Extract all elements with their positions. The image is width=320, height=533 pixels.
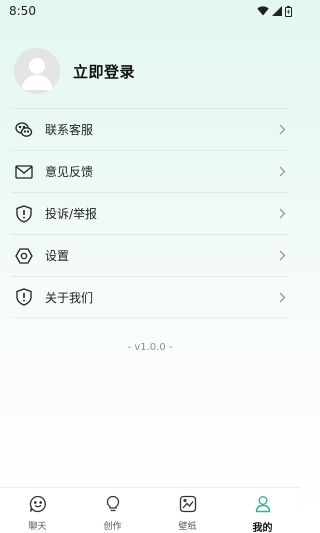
settings-hexagon-icon xyxy=(14,246,34,266)
status-time: 8:50 xyxy=(9,4,36,18)
avatar[interactable] xyxy=(14,48,60,94)
menu-item-report[interactable]: 投诉/举报 xyxy=(11,192,289,234)
chevron-right-icon xyxy=(276,124,288,136)
tab-label: 我的 xyxy=(252,523,273,533)
tab-label: 壁纸 xyxy=(178,522,197,532)
signal-icon xyxy=(272,6,282,16)
menu-item-label: 联系客服 xyxy=(45,123,94,137)
settings-menu: 联系客服 意见反馈 投诉/举报 设置 关于我们 xyxy=(0,108,300,318)
user-icon xyxy=(254,495,272,517)
tab-label: 创作 xyxy=(103,522,122,532)
menu-item-label: 投诉/举报 xyxy=(45,207,98,221)
tab-chat[interactable]: 聊天 xyxy=(0,488,75,533)
wifi-icon xyxy=(257,6,269,16)
chevron-right-icon xyxy=(276,208,288,220)
menu-item-feedback[interactable]: 意见反馈 xyxy=(11,150,289,192)
menu-item-label: 意见反馈 xyxy=(45,165,94,179)
chevron-right-icon xyxy=(276,166,288,178)
wechat-icon xyxy=(14,120,34,140)
tab-mine[interactable]: 我的 xyxy=(225,488,300,533)
tab-wallpaper[interactable]: 壁纸 xyxy=(150,488,225,533)
tab-label: 聊天 xyxy=(28,522,47,532)
menu-item-contact-support[interactable]: 联系客服 xyxy=(11,108,289,150)
chat-smile-icon xyxy=(29,495,47,517)
menu-item-label: 设置 xyxy=(45,249,70,263)
menu-item-settings[interactable]: 设置 xyxy=(11,234,289,276)
profile-header[interactable]: 立即登录 xyxy=(0,22,300,104)
status-bar: 8:50 xyxy=(0,0,300,22)
mail-icon xyxy=(14,162,34,182)
menu-item-about-us[interactable]: 关于我们 xyxy=(11,276,289,318)
lightbulb-icon xyxy=(104,495,122,517)
default-avatar-icon xyxy=(21,58,53,90)
about-shield-icon xyxy=(14,287,34,307)
wallpaper-icon xyxy=(179,495,197,517)
login-button[interactable]: 立即登录 xyxy=(73,61,135,82)
chevron-right-icon xyxy=(276,250,288,262)
status-icons xyxy=(257,5,292,17)
report-shield-icon xyxy=(14,204,34,224)
tab-create[interactable]: 创作 xyxy=(75,488,150,533)
version-label: - v1.0.0 - xyxy=(127,342,173,353)
battery-icon xyxy=(285,5,292,17)
chevron-right-icon xyxy=(276,291,288,303)
menu-item-label: 关于我们 xyxy=(45,290,94,305)
bottom-tab-bar: 聊天 创作 壁纸 我的 xyxy=(0,487,300,533)
